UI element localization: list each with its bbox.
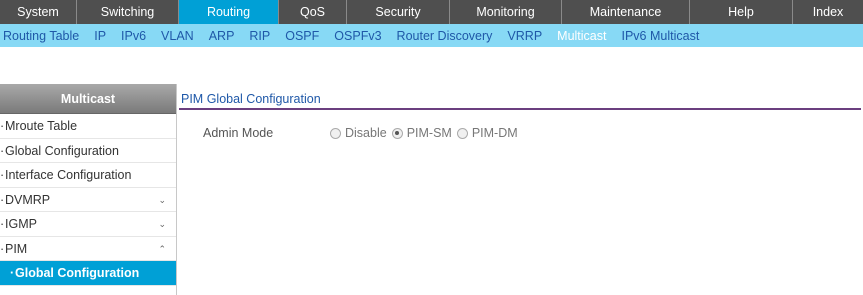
tab-maintenance[interactable]: Maintenance: [562, 0, 690, 24]
tab-routing[interactable]: Routing: [179, 0, 279, 24]
admin-mode-option-pim-sm[interactable]: PIM-SM: [391, 126, 452, 140]
sidebar-item-pim[interactable]: ·PIM ⌃: [0, 237, 176, 262]
sidebar-item-label: PIM: [5, 241, 28, 256]
sidebar-item-dvmrp[interactable]: ·DVMRP ⌄: [0, 188, 176, 213]
subnav-rip[interactable]: RIP: [249, 29, 270, 43]
tab-system[interactable]: System: [0, 0, 77, 24]
sidebar-subitem-pim-global-configuration[interactable]: ·Global Configuration: [0, 261, 176, 286]
subnav-routing-table[interactable]: Routing Table: [3, 29, 79, 43]
section-header: PIM Global Configuration: [179, 89, 861, 110]
sidebar-item-label: IGMP: [5, 217, 37, 231]
subnav-ipv6[interactable]: IPv6: [121, 29, 146, 43]
sidebar-item-label: Global Configuration: [5, 143, 119, 158]
sidebar-item-label: Interface Configuration: [5, 168, 132, 182]
subnav-vrrp[interactable]: VRRP: [507, 29, 542, 43]
chevron-down-icon[interactable]: ⌄: [158, 212, 166, 237]
radio-pim-sm-label: PIM-SM: [406, 126, 452, 140]
subnav-arp[interactable]: ARP: [209, 29, 235, 43]
sidebar-header: Multicast: [0, 84, 176, 114]
sub-navigation: Routing Table IP IPv6 VLAN ARP RIP OSPF …: [0, 24, 863, 47]
sidebar-item-global-configuration[interactable]: ·Global Configuration: [0, 139, 176, 163]
admin-mode-option-disable[interactable]: Disable: [330, 126, 387, 140]
main-content: PIM Global Configuration Admin Mode Disa…: [177, 84, 863, 295]
tab-switching[interactable]: Switching: [77, 0, 179, 24]
admin-mode-row: Admin Mode Disable PIM-SM PIM-DM: [203, 125, 523, 141]
tab-security[interactable]: Security: [347, 0, 450, 24]
sidebar: Multicast ·Mroute Table ·Global Configur…: [0, 84, 176, 295]
sidebar-item-interface-configuration[interactable]: ·Interface Configuration: [0, 163, 176, 188]
radio-disable-label: Disable: [345, 126, 387, 140]
section-title: PIM Global Configuration: [181, 92, 321, 106]
sidebar-item-label: Global Configuration: [15, 266, 140, 280]
chevron-down-icon[interactable]: ⌄: [158, 188, 166, 213]
admin-mode-option-pim-dm[interactable]: PIM-DM: [456, 126, 518, 140]
radio-pim-dm-label: PIM-DM: [471, 126, 518, 140]
tab-help[interactable]: Help: [690, 0, 793, 24]
subnav-multicast[interactable]: Multicast: [557, 29, 606, 43]
admin-mode-label: Admin Mode: [203, 126, 274, 140]
subnav-ospfv3[interactable]: OSPFv3: [334, 29, 381, 43]
subnav-ospf[interactable]: OSPF: [285, 29, 319, 43]
chevron-up-icon[interactable]: ⌃: [158, 237, 166, 262]
radio-pim-sm[interactable]: [391, 127, 403, 139]
top-navigation: System Switching Routing QoS Security Mo…: [0, 0, 863, 24]
sidebar-item-label: DVMRP: [5, 192, 51, 207]
subnav-ip[interactable]: IP: [94, 29, 106, 43]
radio-disable[interactable]: [330, 127, 341, 139]
sidebar-item-label: Mroute Table: [5, 119, 78, 133]
subnav-ipv6-multicast[interactable]: IPv6 Multicast: [621, 29, 699, 43]
subnav-vlan[interactable]: VLAN: [161, 29, 194, 43]
subnav-router-discovery[interactable]: Router Discovery: [397, 29, 493, 43]
sidebar-item-mroute-table[interactable]: ·Mroute Table: [0, 114, 176, 139]
sidebar-item-igmp[interactable]: ·IGMP ⌄: [0, 212, 176, 237]
tab-monitoring[interactable]: Monitoring: [450, 0, 562, 24]
radio-pim-dm[interactable]: [456, 127, 468, 139]
tab-qos[interactable]: QoS: [279, 0, 347, 24]
tab-index[interactable]: Index: [793, 0, 863, 24]
